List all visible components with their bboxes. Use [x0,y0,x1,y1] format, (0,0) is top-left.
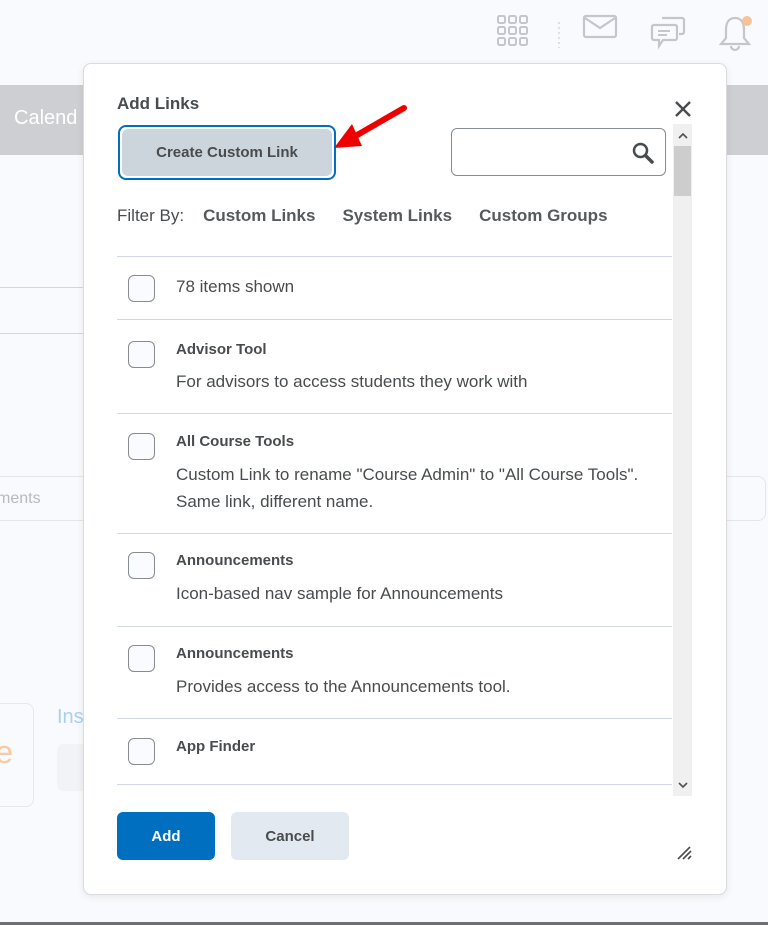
item-checkbox[interactable] [128,552,155,579]
chevron-down-icon [677,781,688,788]
select-all-row: 78 items shown [117,257,672,320]
filter-custom-links[interactable]: Custom Links [203,206,315,226]
list-item: All Course Tools Custom Link to rename "… [117,414,672,534]
list-item: Advisor Tool For advisors to access stud… [117,320,672,414]
create-custom-link-button[interactable]: Create Custom Link [118,125,336,180]
cancel-button[interactable]: Cancel [231,812,349,860]
item-title: App Finder [176,738,256,755]
search-icon[interactable] [631,141,655,165]
dialog-title: Add Links [117,94,200,113]
background-search-placeholder: ments [0,490,41,507]
background-ins-label: Ins [57,706,84,728]
filter-custom-groups[interactable]: Custom Groups [479,206,607,226]
filter-label: Filter By: [117,206,185,225]
chevron-up-icon [677,132,688,139]
scroll-down-button[interactable] [673,776,692,794]
item-title: Announcements [176,645,294,662]
item-description: For advisors to access students they wor… [176,372,528,391]
resize-handle-icon[interactable] [676,844,692,860]
create-custom-link-label: Create Custom Link [122,129,332,176]
item-title: All Course Tools [176,433,295,450]
close-icon[interactable] [671,97,695,121]
add-links-dialog: Add Links Create Custom Link Filter By: … [83,63,727,895]
items-count: 78 items shown [176,277,295,296]
background-card-letter: e [0,734,13,770]
item-description: Custom Link to rename "Course Admin" to … [176,465,639,511]
item-description: Provides access to the Announcements too… [176,677,511,696]
background-card: e [0,703,34,807]
links-list: 78 items shown Advisor Tool For advisors… [117,256,672,786]
item-checkbox[interactable] [128,645,155,672]
header-icons [478,14,768,54]
item-checkbox[interactable] [128,341,155,368]
list-scrollbar[interactable] [673,124,692,796]
item-title: Advisor Tool [176,341,267,358]
item-checkbox[interactable] [128,433,155,460]
item-checkbox[interactable] [128,738,155,765]
filter-system-links[interactable]: System Links [342,206,452,226]
select-all-checkbox[interactable] [128,275,155,302]
mail-icon[interactable] [582,14,618,40]
nav-item-calendar[interactable]: Calend [14,107,77,130]
item-title: Announcements [176,552,294,569]
app-grid-icon[interactable] [496,14,530,48]
filter-bar: Filter By: Custom Links System Links Cus… [117,206,635,226]
notification-dot [742,16,752,26]
annotation-arrow-icon [334,105,407,148]
search-input[interactable] [460,137,620,167]
header-divider [558,22,560,48]
item-description: Icon-based nav sample for Announcements [176,584,503,603]
scrollbar-thumb[interactable] [674,146,691,196]
chat-icon[interactable] [650,14,688,50]
add-button[interactable]: Add [117,812,215,860]
list-item: Announcements Icon-based nav sample for … [117,534,672,627]
list-item: App Finder [117,719,672,785]
search-field[interactable] [451,128,666,176]
list-item: Announcements Provides access to the Ann… [117,627,672,719]
scroll-up-button[interactable] [673,126,692,144]
